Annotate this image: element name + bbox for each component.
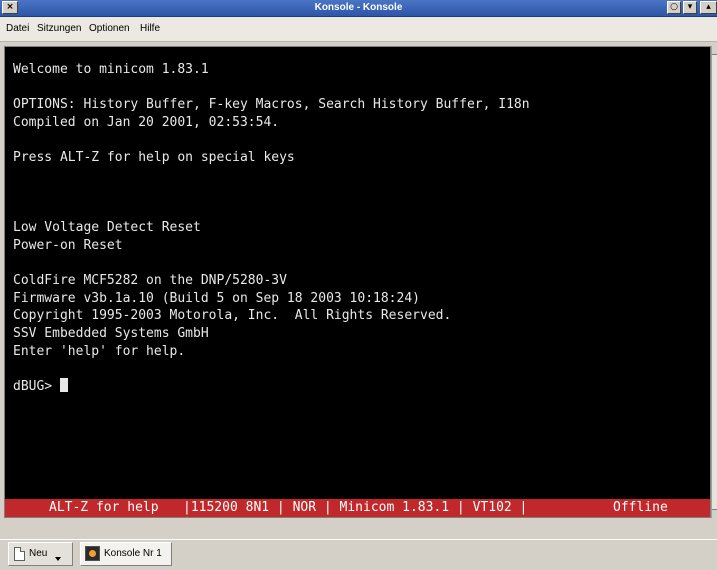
scroll-up-arrow-icon[interactable] bbox=[712, 46, 717, 55]
session-tab-konsole[interactable]: Konsole Nr 1 bbox=[80, 542, 172, 566]
terminal-line: Welcome to minicom 1.83.1 bbox=[13, 62, 209, 77]
terminal-line: SSV Embedded Systems GmbH bbox=[13, 325, 209, 341]
scroll-down-arrow-icon[interactable] bbox=[712, 509, 717, 518]
minimize-button[interactable]: ▾ bbox=[683, 1, 697, 14]
terminal-line: Compiled on Jan 20 2001, 02:53:54. bbox=[13, 114, 280, 130]
new-document-icon bbox=[14, 547, 25, 561]
terminal-line: Low Voltage Detect Reset bbox=[13, 220, 201, 236]
menu-datei[interactable]: Datei bbox=[6, 23, 29, 34]
terminal-line: Enter 'help' for help. bbox=[13, 343, 186, 359]
menu-sitzungen[interactable]: Sitzungen bbox=[37, 23, 81, 34]
minicom-status-line: ALT-Z for help |115200 8N1 | NOR | Minic… bbox=[5, 499, 710, 517]
terminal-line: ColdFire MCF5282 on the DNP/5280-3V bbox=[13, 273, 287, 289]
terminal-line: Firmware v3b.1a.10 (Build 5 on Sep 18 20… bbox=[13, 290, 420, 306]
vertical-scrollbar[interactable] bbox=[711, 46, 717, 518]
terminal-line: Press ALT-Z for help on special keys bbox=[13, 149, 295, 165]
konsole-icon bbox=[85, 546, 100, 561]
terminal-line: Power-on Reset bbox=[13, 237, 123, 253]
session-tab-bar: Neu Konsole Nr 1 bbox=[0, 539, 717, 570]
status-state: Offline bbox=[613, 500, 668, 515]
terminal-output: Welcome to minicom 1.83.1 OPTIONS: Histo… bbox=[13, 61, 530, 395]
window-titlebar[interactable]: × Konsole - Konsole ○ ▾ ▴ bbox=[0, 0, 717, 17]
maximize-button[interactable]: ▴ bbox=[700, 1, 717, 14]
text-cursor bbox=[59, 377, 68, 392]
status-settings: |115200 8N1 | NOR | Minicom 1.83.1 | VT1… bbox=[183, 500, 528, 515]
menu-hilfe[interactable]: Hilfe bbox=[140, 23, 160, 34]
menu-optionen[interactable]: Optionen bbox=[89, 23, 130, 34]
terminal-line: OPTIONS: History Buffer, F-key Macros, S… bbox=[13, 97, 530, 113]
terminal-view[interactable]: Welcome to minicom 1.83.1 OPTIONS: Histo… bbox=[4, 46, 711, 518]
new-session-button[interactable]: Neu bbox=[8, 542, 73, 566]
window-title: Konsole - Konsole bbox=[314, 2, 403, 13]
dropdown-arrow-icon[interactable] bbox=[55, 557, 61, 561]
session-tab-label: Konsole Nr 1 bbox=[104, 548, 162, 559]
new-session-label: Neu bbox=[29, 548, 48, 559]
window-options-button[interactable]: ○ bbox=[667, 1, 681, 14]
status-help: ALT-Z for help bbox=[49, 500, 159, 515]
terminal-prompt: dBUG> bbox=[13, 378, 60, 394]
terminal-line: Copyright 1995-2003 Motorola, Inc. All R… bbox=[13, 308, 452, 324]
menu-bar: Datei Sitzungen Optionen Hilfe bbox=[0, 17, 717, 42]
